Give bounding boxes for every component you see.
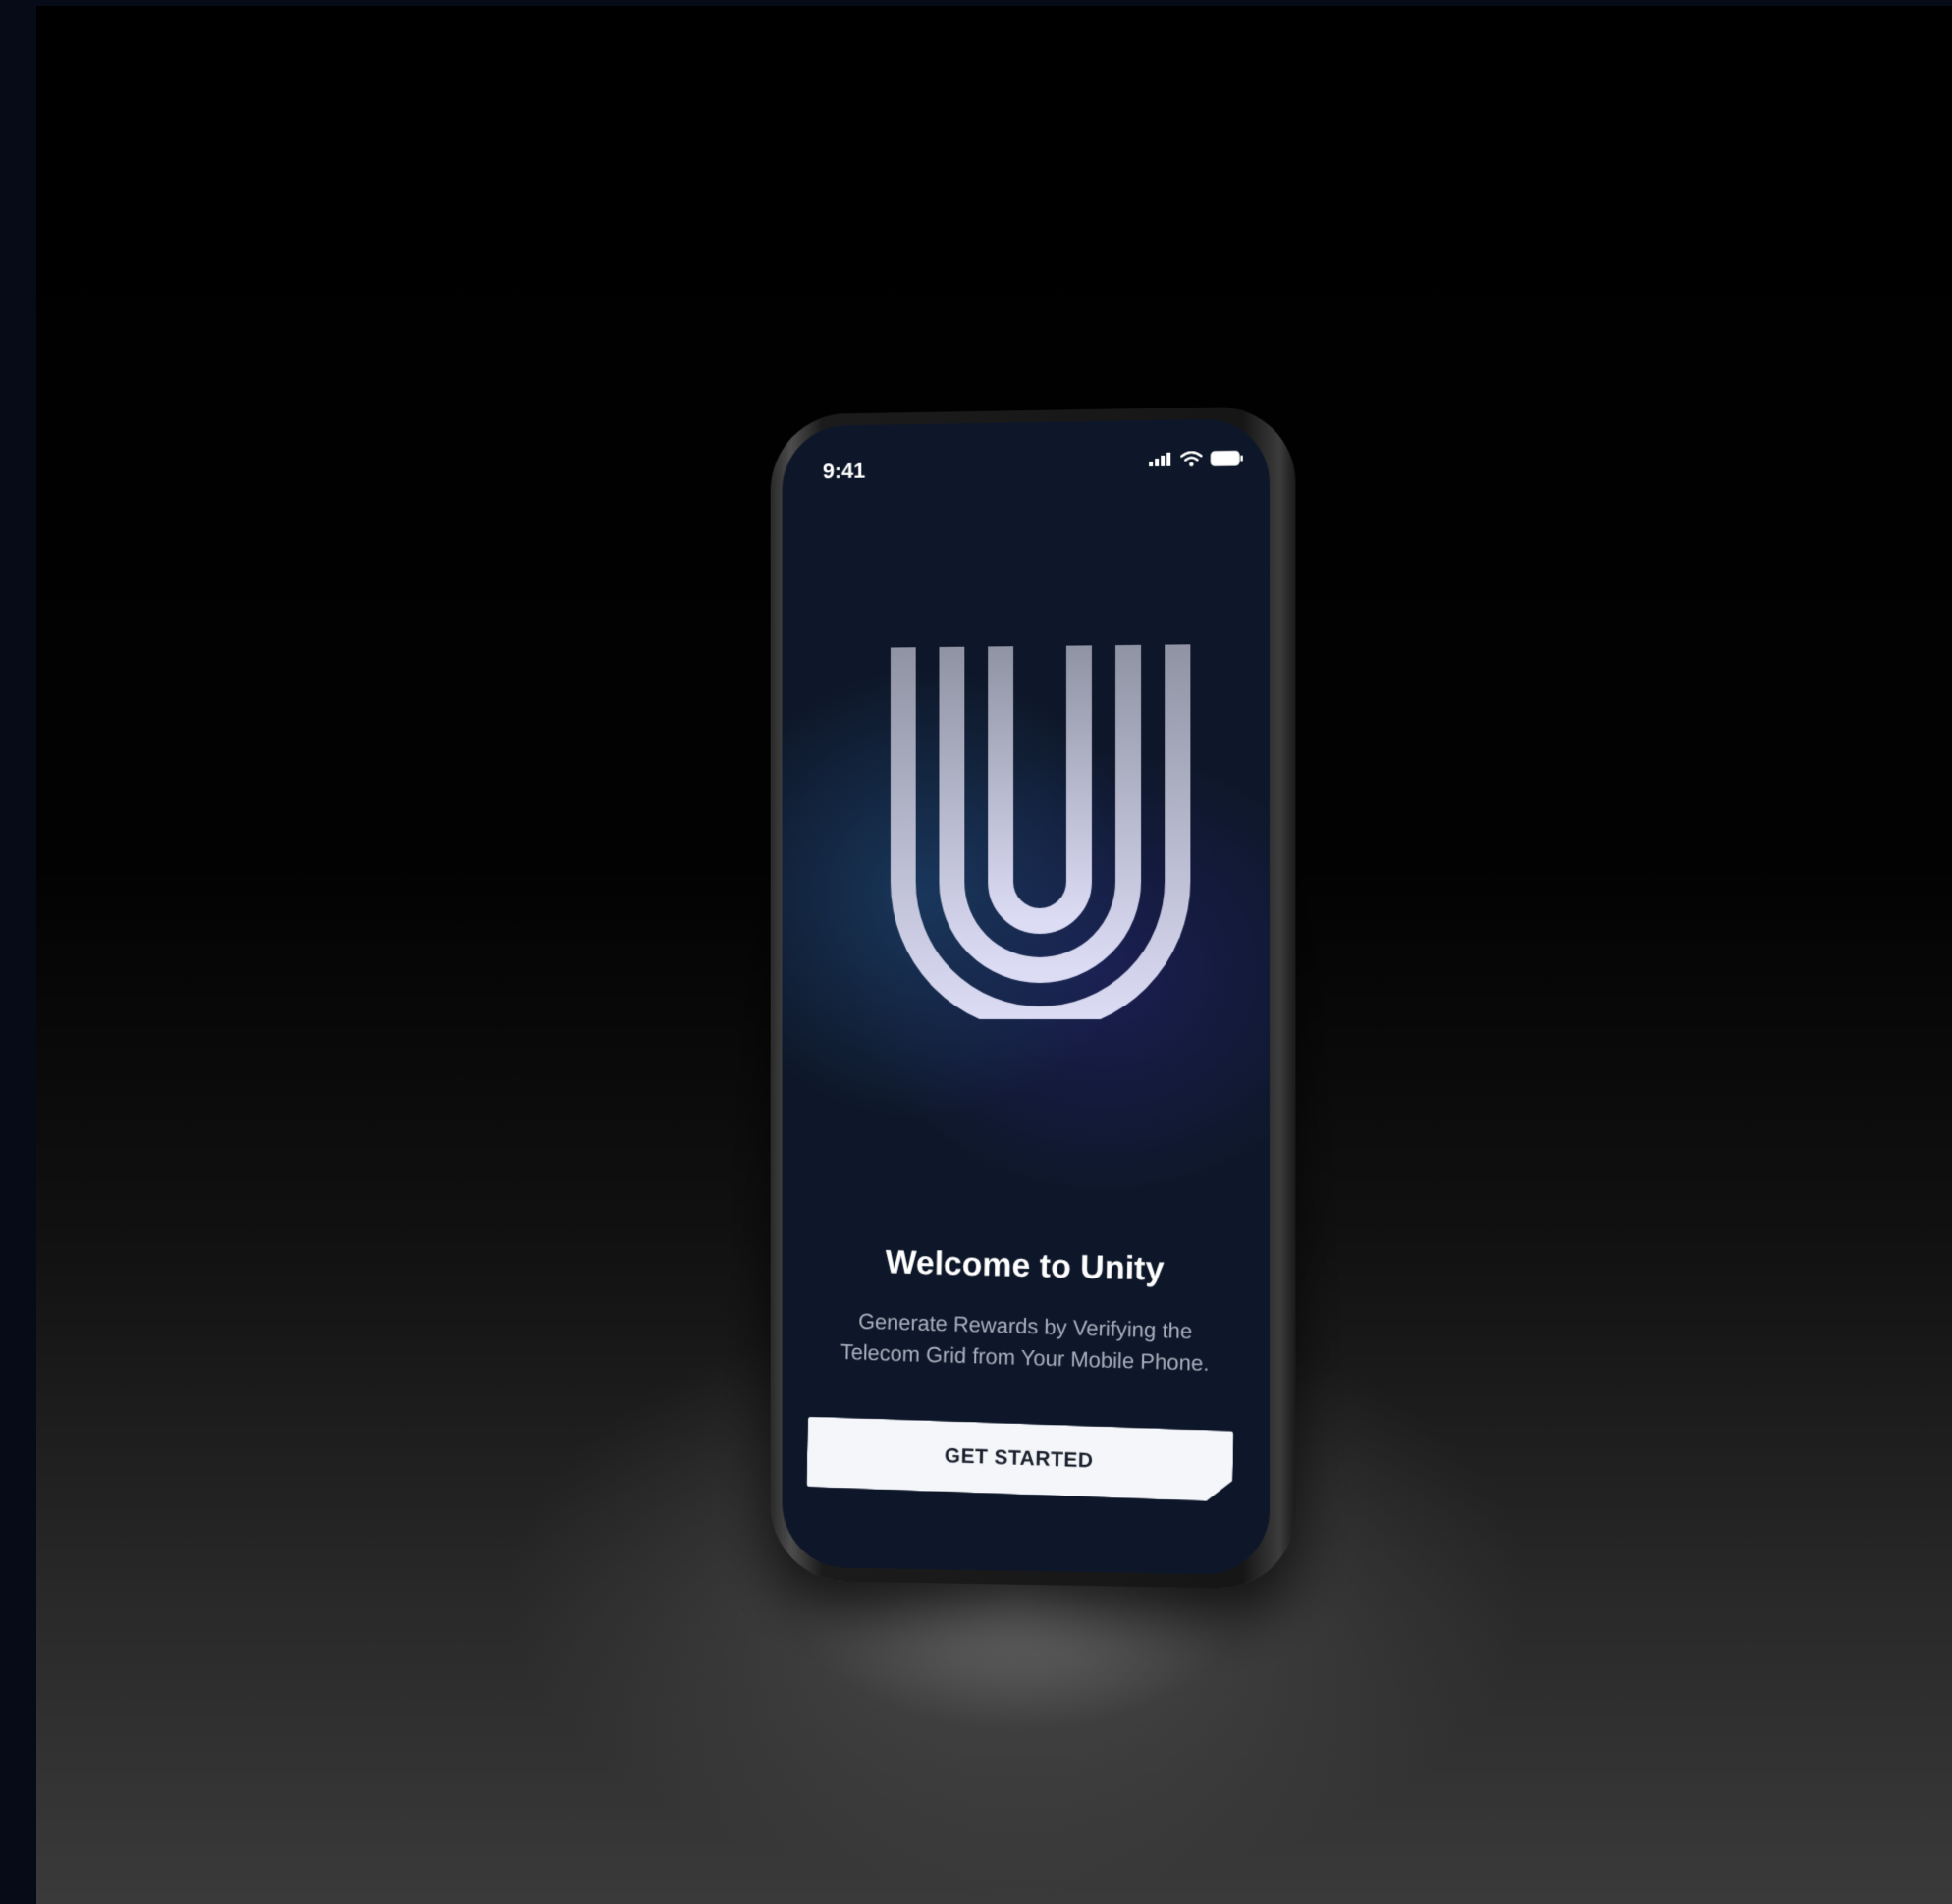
status-time: 9:41 [823, 459, 865, 485]
welcome-subtitle: Generate Rewards by Verifying the Teleco… [820, 1305, 1230, 1381]
status-bar: 9:41 [783, 418, 1271, 495]
status-icons [1149, 450, 1244, 467]
welcome-title: Welcome to Unity [783, 1241, 1271, 1292]
unity-logo [879, 644, 1202, 1019]
wifi-icon [1180, 451, 1202, 466]
battery-icon [1211, 450, 1244, 466]
signal-icon [1149, 453, 1172, 466]
get-started-button[interactable]: GET STARTED [806, 1417, 1233, 1502]
phone-mockup: 9:41 Welcome to Unity Generate Rewards b… [771, 406, 1296, 1589]
app-screen: 9:41 Welcome to Unity Generate Rewards b… [783, 418, 1271, 1575]
scene-background: 9:41 Welcome to Unity Generate Rewards b… [36, 6, 1952, 1904]
